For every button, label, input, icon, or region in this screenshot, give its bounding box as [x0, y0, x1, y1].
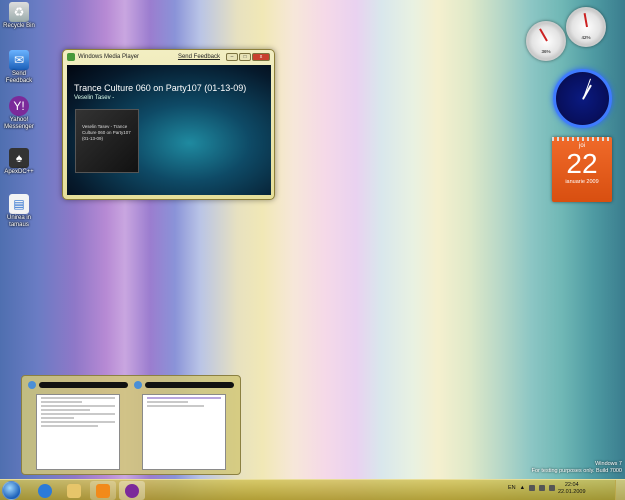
thumbnail-window-1[interactable]: [28, 380, 128, 473]
calendar-gadget[interactable]: joi 22 ianuarie 2009: [552, 137, 612, 202]
network-icon[interactable]: [539, 485, 546, 491]
desktop-icon-yahoo-messenger[interactable]: Y! Yahoo! Messenger: [2, 96, 36, 131]
desktop-icon-label: Yahoo! Messenger: [4, 117, 34, 130]
calendar-rings: [552, 137, 612, 141]
action-center-icon[interactable]: [529, 485, 536, 491]
recycle-bin-icon: ♻: [9, 2, 29, 22]
taskbar: EN ▲ 22:04 22.01.2009: [0, 479, 625, 500]
wmp-window[interactable]: Windows Media Player Send Feedback – □ x…: [62, 49, 275, 200]
album-art-text: Veselin Tasev - Trance Culture 060 on Pa…: [82, 124, 131, 141]
volume-icon[interactable]: [549, 485, 556, 491]
desktop-icon-label: Send Feedback: [5, 71, 33, 84]
messenger-window-icon: [28, 381, 36, 389]
start-button[interactable]: [2, 481, 21, 500]
wmp-title: Windows Media Player: [78, 54, 140, 60]
feedback-icon: ✉: [9, 50, 29, 70]
internet-explorer-icon: [38, 483, 52, 498]
windows-watermark: Windows 7 For testing purposes only. Bui…: [532, 461, 622, 475]
desktop-icon-label: ApexDC++: [4, 169, 34, 175]
watermark-line-2: For testing purposes only. Build 7000: [531, 468, 622, 474]
document-icon: ▤: [9, 194, 29, 214]
thumbnail-preview: [142, 394, 226, 470]
maximize-button[interactable]: □: [239, 53, 251, 61]
system-tray: EN ▲: [508, 485, 556, 491]
cpu-percent: 36%: [541, 49, 551, 54]
artist-name: Veselin Tasev -: [74, 95, 115, 101]
cpu-needle: [538, 28, 548, 42]
close-button[interactable]: x: [252, 53, 270, 61]
language-indicator[interactable]: EN: [508, 485, 516, 491]
calendar-month-year: ianuarie 2009: [565, 179, 599, 185]
watermark-line-1: Windows 7: [595, 461, 622, 467]
desktop-icon-apexdc[interactable]: ♠ ApexDC++: [2, 148, 36, 176]
memory-needle: [583, 12, 588, 28]
redacted-title: [145, 382, 234, 388]
wmp-titlebar[interactable]: Windows Media Player Send Feedback – □ x: [63, 50, 274, 64]
calendar-day-number: 22: [566, 148, 598, 179]
taskbar-clock[interactable]: 22:04 22.01.2009: [558, 482, 586, 496]
thumbnail-preview: [36, 394, 120, 470]
track-title: Trance Culture 060 on Party107 (01-13-09…: [74, 83, 247, 93]
taskbar-thumbnail-popup: [21, 375, 241, 475]
wmp-app-icon: [67, 53, 75, 61]
show-desktop-button[interactable]: [615, 480, 625, 500]
desktop-icon-label: Unirea in tamaus: [6, 215, 31, 228]
desktop-icon-recycle-bin[interactable]: ♻ Recycle Bin: [2, 2, 36, 30]
send-feedback-link[interactable]: Send Feedback: [178, 54, 220, 60]
messenger-window-icon: [134, 381, 142, 389]
desktop-icon-send-feedback[interactable]: ✉ Send Feedback: [2, 50, 36, 85]
minimize-button[interactable]: –: [226, 53, 238, 61]
taskbar-button-ie[interactable]: [32, 481, 58, 500]
cpu-meter-gauge[interactable]: 36%: [526, 21, 566, 61]
taskbar-button-wmp[interactable]: [90, 481, 116, 500]
taskbar-button-explorer[interactable]: [61, 481, 87, 500]
yahoo-messenger-icon: Y!: [9, 96, 29, 116]
memory-percent: 42%: [581, 35, 591, 40]
album-art: Veselin Tasev - Trance Culture 060 on Pa…: [75, 109, 139, 173]
yahoo-messenger-taskbar-icon: [125, 483, 139, 498]
thumbnail-window-2[interactable]: [134, 380, 234, 473]
desktop-icon-unirea[interactable]: ▤ Unirea in tamaus: [2, 194, 36, 229]
taskbar-time: 22:04: [564, 482, 579, 488]
taskbar-date: 22.01.2009: [558, 489, 586, 495]
clock-gadget[interactable]: [553, 69, 612, 128]
apexdc-icon: ♠: [9, 148, 29, 168]
now-playing-area[interactable]: Trance Culture 060 on Party107 (01-13-09…: [67, 65, 271, 195]
memory-meter-gauge[interactable]: 42%: [566, 7, 606, 47]
tray-expand-icon[interactable]: ▲: [520, 485, 525, 491]
desktop-icon-label: Recycle Bin: [3, 23, 35, 29]
windows-media-player-icon: [96, 483, 110, 498]
taskbar-button-yahoo[interactable]: [119, 481, 145, 500]
redacted-title: [39, 382, 128, 388]
windows-explorer-icon: [67, 483, 81, 498]
